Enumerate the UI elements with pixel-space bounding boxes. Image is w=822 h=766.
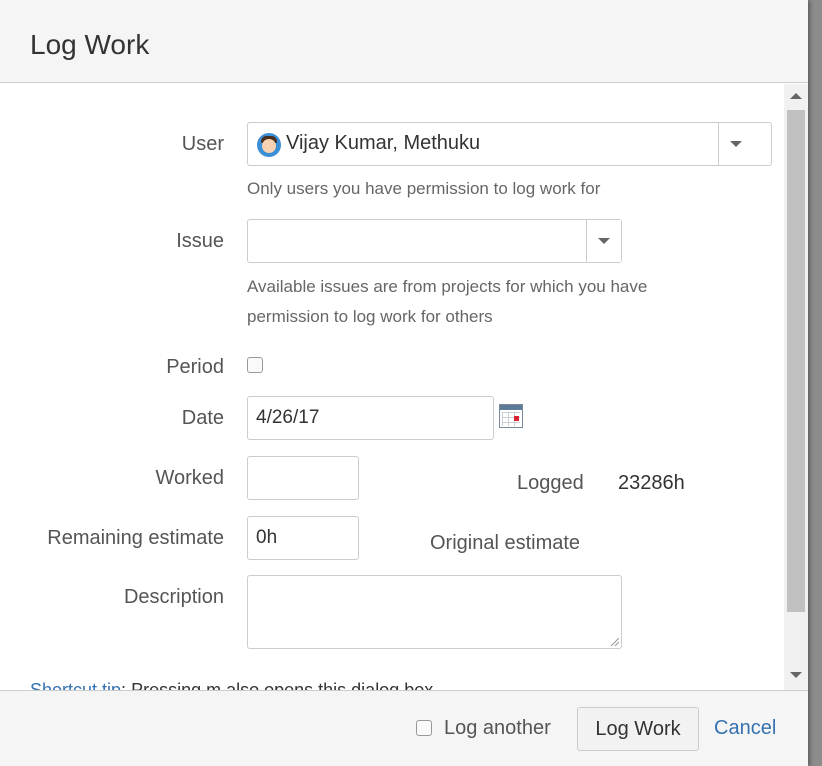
- cancel-link[interactable]: Cancel: [714, 717, 776, 740]
- scroll-up-arrow-icon[interactable]: [790, 93, 802, 99]
- log-another-checkbox[interactable]: [416, 720, 432, 736]
- scrollbar-thumb[interactable]: [787, 110, 805, 612]
- issue-help-text-2: permission to log work for others: [247, 307, 493, 326]
- user-select[interactable]: Vijay Kumar, Methuku: [247, 122, 772, 166]
- worked-field[interactable]: [247, 456, 359, 500]
- shortcut-tip-link[interactable]: Shortcut tip: [30, 680, 121, 690]
- date-field[interactable]: [247, 396, 494, 440]
- description-label: Description: [123, 586, 224, 608]
- shortcut-tip-text: Pressing m also opens this dialog box: [131, 680, 434, 690]
- avatar: [257, 133, 281, 157]
- user-help-text: Only users you have permission to log wo…: [247, 179, 601, 198]
- issue-label: Issue: [176, 230, 224, 252]
- issue-select[interactable]: [247, 219, 622, 263]
- chevron-down-icon[interactable]: [586, 220, 621, 262]
- dialog-body[interactable]: User Vijay Kumar, Methuku Only users you…: [0, 84, 784, 690]
- scrollbar[interactable]: [784, 84, 808, 690]
- original-estimate-label: Original estimate: [430, 532, 581, 554]
- period-label: Period: [166, 356, 224, 378]
- logged-value: 23286h: [618, 472, 685, 494]
- scroll-down-arrow-icon[interactable]: [790, 672, 802, 678]
- shortcut-tip: Shortcut tip: Pressing m also opens this…: [30, 680, 433, 690]
- date-label: Date: [181, 407, 224, 429]
- dialog-footer: Log another Log Work Cancel: [0, 690, 808, 766]
- logged-label: Logged: [517, 472, 584, 494]
- log-another-label[interactable]: Log another: [444, 717, 551, 740]
- log-work-dialog: Log Work User Vijay Kumar, Methuku Only …: [0, 0, 808, 766]
- user-label: User: [181, 133, 224, 155]
- remaining-estimate-label: Remaining estimate: [47, 527, 224, 549]
- period-checkbox[interactable]: [247, 357, 263, 373]
- user-select-value: Vijay Kumar, Methuku: [286, 132, 481, 154]
- worked-label: Worked: [155, 467, 224, 489]
- dialog-header: Log Work: [0, 0, 808, 83]
- remaining-estimate-field[interactable]: [247, 516, 359, 560]
- description-textarea[interactable]: [247, 575, 622, 649]
- log-work-button[interactable]: Log Work: [577, 707, 699, 751]
- chevron-down-icon[interactable]: [718, 123, 753, 165]
- issue-help-text-1: Available issues are from projects for w…: [247, 277, 648, 296]
- dialog-title: Log Work: [30, 29, 150, 60]
- calendar-icon[interactable]: [499, 404, 523, 428]
- resize-grip-icon[interactable]: [611, 638, 619, 646]
